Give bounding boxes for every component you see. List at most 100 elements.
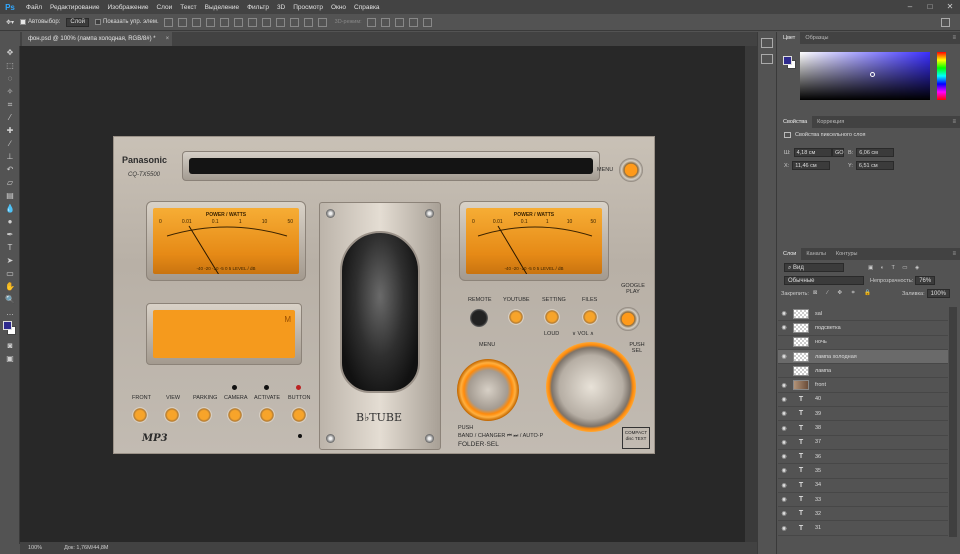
blur-tool-icon[interactable]: 💧 [0, 202, 20, 215]
move-tool-icon[interactable]: ✥ [0, 46, 20, 59]
layer-row[interactable]: ночь [778, 336, 948, 350]
zoom-tool-icon[interactable]: 🔍 [0, 293, 20, 306]
tab-channels[interactable]: Каналы [801, 248, 831, 260]
quick-mask-icon[interactable]: ◙ [0, 339, 20, 352]
x-field[interactable]: X: 11,46 см [784, 161, 831, 170]
minimize-icon[interactable]: – [904, 1, 916, 13]
menu-type[interactable]: Текст [180, 4, 196, 11]
files-button[interactable] [582, 309, 598, 325]
foreground-color-swatch[interactable] [783, 56, 792, 65]
layers-scrollbar[interactable] [949, 307, 957, 537]
layer-row[interactable]: ◉ T 38 [778, 421, 948, 436]
hand-tool-icon[interactable]: ✋ [0, 280, 20, 293]
path-selection-tool-icon[interactable]: ➤ [0, 254, 20, 267]
x-input[interactable]: 11,46 см [792, 161, 831, 170]
hue-slider[interactable] [937, 52, 946, 100]
character-panel-icon[interactable] [761, 54, 773, 64]
layer-filter-icons[interactable]: ▣ ◐ T ▭ ◈ [868, 265, 922, 271]
visibility-eye-icon[interactable]: ◉ [778, 467, 790, 474]
opacity-input[interactable]: 76% [915, 276, 936, 285]
shape-tool-icon[interactable]: ▭ [0, 267, 20, 280]
width-input[interactable]: 4,18 см [793, 148, 832, 157]
magic-wand-tool-icon[interactable]: ✧ [0, 85, 20, 98]
history-panel-icon[interactable] [761, 38, 773, 48]
color-swatches[interactable] [0, 319, 20, 339]
close-icon[interactable]: ✕ [944, 1, 956, 13]
layer-row[interactable]: ◉ front [778, 378, 948, 393]
blend-mode-dropdown[interactable]: Обычные [784, 276, 864, 285]
visibility-eye-icon[interactable]: ◉ [778, 382, 790, 389]
tab-color[interactable]: Цвет [778, 32, 801, 44]
visibility-eye-icon[interactable]: ◉ [778, 525, 790, 532]
workspace-icon[interactable] [941, 18, 950, 27]
button-button[interactable] [291, 407, 307, 423]
setting-button[interactable] [544, 309, 560, 325]
visibility-eye-icon[interactable]: ◉ [778, 410, 790, 417]
screen-mode-icon[interactable]: ▣ [0, 352, 20, 365]
align-left-icon[interactable] [205, 17, 215, 27]
link-proportions-button[interactable]: GO [832, 148, 844, 157]
align-hcenter-icon[interactable] [219, 17, 229, 27]
show-controls-option[interactable]: Показать упр. элем. [95, 19, 159, 25]
layer-row[interactable]: ◉ T 35 [778, 464, 948, 479]
lock-icons[interactable]: ⊠ ∕ ✥ ⌗ 🔒 [813, 290, 875, 297]
link-icon[interactable]: GO [832, 148, 844, 157]
visibility-eye-icon[interactable]: ◉ [778, 353, 790, 360]
menu-edit[interactable]: Редактирование [50, 4, 100, 11]
distribute-top-icon[interactable] [247, 17, 257, 27]
crop-tool-icon[interactable]: ⌗ [0, 98, 20, 111]
layer-row[interactable]: лампа [778, 364, 948, 379]
color-picker-field[interactable] [800, 52, 930, 100]
eyedropper-tool-icon[interactable]: ⁄ [0, 111, 20, 124]
type-tool-icon[interactable]: T [0, 241, 20, 254]
width-field[interactable]: Ш: 4,18 см [784, 148, 832, 157]
view-button[interactable] [164, 407, 180, 423]
menu-layers[interactable]: Слои [156, 4, 172, 11]
visibility-eye-icon[interactable]: ◉ [778, 425, 790, 432]
parking-button[interactable] [196, 407, 212, 423]
tab-adjustments[interactable]: Коррекция [812, 116, 849, 128]
layer-row[interactable]: ◉ T 36 [778, 450, 948, 465]
3d-scale-icon[interactable] [422, 17, 432, 27]
align-right-icon[interactable] [233, 17, 243, 27]
distribute-right-icon[interactable] [317, 17, 327, 27]
distribute-left-icon[interactable] [289, 17, 299, 27]
menu-file[interactable]: Файл [26, 4, 42, 11]
layer-row[interactable]: ◉ T 39 [778, 407, 948, 422]
distribute-bottom-icon[interactable] [275, 17, 285, 27]
align-vcenter-icon[interactable] [177, 17, 187, 27]
car-radio-artwork[interactable]: Panasonic CQ-TX5500 MENU POWER / WATTS 0… [113, 136, 655, 454]
y-field[interactable]: Y: 6,51 см [848, 161, 894, 170]
visibility-eye-icon[interactable]: ◉ [778, 482, 790, 489]
align-top-icon[interactable] [163, 17, 173, 27]
history-brush-tool-icon[interactable]: ↶ [0, 163, 20, 176]
brush-tool-icon[interactable]: ∕ [0, 137, 20, 150]
layer-row[interactable]: ◉ sal [778, 307, 948, 322]
menu-help[interactable]: Справка [354, 4, 380, 11]
foreground-color-swatch[interactable] [3, 321, 12, 330]
3d-roll-icon[interactable] [380, 17, 390, 27]
marquee-tool-icon[interactable]: ⬚ [0, 59, 20, 72]
tab-layers[interactable]: Слои [778, 248, 802, 260]
fill-input[interactable]: 100% [926, 289, 950, 298]
layer-row[interactable]: ◉ T 34 [778, 479, 948, 493]
menu-select[interactable]: Выделение [205, 4, 239, 11]
y-input[interactable]: 6,51 см [855, 161, 894, 170]
3d-drag-icon[interactable] [394, 17, 404, 27]
youtube-button[interactable] [508, 309, 524, 325]
tab-swatches[interactable]: Образцы [800, 32, 833, 44]
distribute-vcenter-icon[interactable] [261, 17, 271, 27]
panel-menu-icon[interactable]: ≡ [952, 119, 956, 125]
show-controls-checkbox[interactable] [95, 19, 101, 25]
stamp-tool-icon[interactable]: ⊥ [0, 150, 20, 163]
tab-paths[interactable]: Контуры [831, 248, 863, 260]
menu-image[interactable]: Изображение [108, 4, 149, 11]
layer-row[interactable]: ◉ T 40 [778, 393, 948, 408]
color-picker-handle[interactable] [870, 72, 875, 77]
pen-tool-icon[interactable]: ✒ [0, 228, 20, 241]
layer-row[interactable]: ◉ T 32 [778, 507, 948, 522]
dodge-tool-icon[interactable]: ● [0, 215, 20, 228]
panel-menu-icon[interactable]: ≡ [952, 35, 956, 41]
document-tab[interactable]: фон.psd @ 100% (лампа холодная, RGB/8#) … [22, 32, 172, 46]
visibility-eye-icon[interactable]: ◉ [778, 310, 790, 317]
